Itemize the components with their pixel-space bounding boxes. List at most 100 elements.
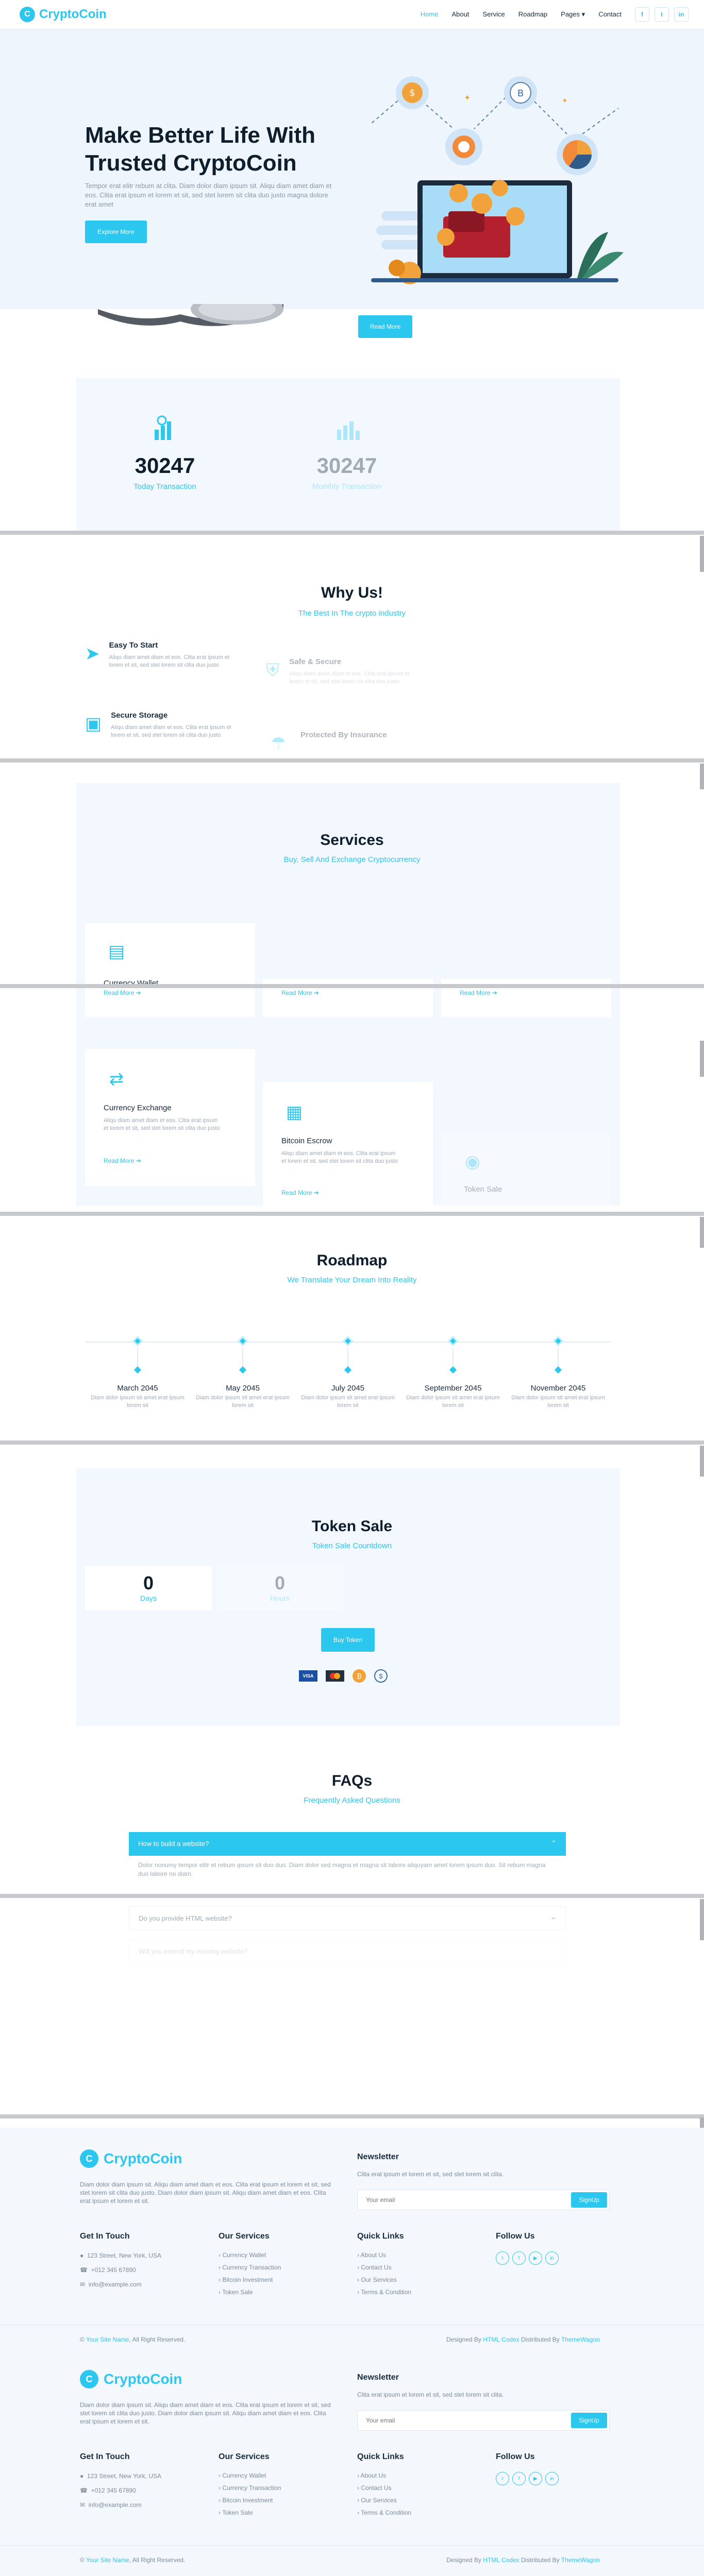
nav-item-about[interactable]: About (451, 10, 469, 19)
token-icon: ◉ (465, 1152, 480, 1172)
faq-question-collapsed[interactable]: Will you extend my existing website? (129, 1939, 566, 1963)
newsletter-text: Clita erat ipsum et lorem et sit, sed st… (357, 2171, 504, 2178)
scrollbar-thumb[interactable] (700, 1446, 704, 1477)
map-marker-icon: ● (80, 2472, 84, 2480)
distributor-link[interactable]: ThemeWagon (561, 2336, 600, 2343)
service-card[interactable]: ◉ Token Sale (441, 1133, 611, 1206)
twitter-icon[interactable]: t (496, 2472, 509, 2485)
designer-link[interactable]: HTML Codex (483, 2336, 519, 2343)
footer-link[interactable]: About Us (357, 2251, 411, 2259)
twitter-icon[interactable]: t (655, 7, 669, 22)
linkedin-icon[interactable]: in (545, 2472, 559, 2485)
facebook-icon[interactable]: f (512, 2251, 526, 2265)
diamond-marker (343, 1336, 353, 1346)
nav-item-contact[interactable]: Contact (598, 10, 622, 19)
footer-link[interactable]: Bitcoin Investment (219, 2276, 281, 2283)
read-more-link[interactable]: Read More ➔ (104, 1157, 141, 1164)
site-name-link[interactable]: Your Site Name (86, 2336, 129, 2343)
footer-link[interactable]: Currency Wallet (219, 2251, 281, 2259)
faq-question-active[interactable]: How to build a website? ⌃ (129, 1832, 566, 1856)
countdown-value: 0 (274, 1572, 286, 1594)
footer-link[interactable]: Currency Transaction (219, 2484, 281, 2492)
distributor-link[interactable]: ThemeWagon (561, 2556, 600, 2564)
chevron-down-icon: ▾ (581, 10, 585, 18)
distributed-by-text: Distributed By (521, 2336, 560, 2343)
scroll-divider (0, 531, 704, 535)
youtube-icon[interactable]: ▶ (529, 2472, 542, 2485)
footer-link[interactable]: Contact Us (357, 2484, 411, 2492)
about-coins-image (98, 304, 283, 326)
designer-link[interactable]: HTML Codex (483, 2556, 519, 2564)
facebook-icon[interactable]: f (512, 2472, 526, 2485)
footer-services-list: Currency Wallet Currency Transaction Bit… (219, 2251, 281, 2301)
coin-icon: C (80, 2370, 98, 2388)
quick-links-list: About Us Contact Us Our Services Terms &… (357, 2472, 412, 2521)
linkedin-icon[interactable]: in (545, 2251, 559, 2265)
footer-link[interactable]: Token Sale (219, 2289, 281, 2296)
twitter-icon[interactable]: t (496, 2251, 509, 2265)
arrow-right-icon: ➔ (136, 989, 141, 996)
scrollbar-thumb[interactable] (700, 536, 704, 572)
service-card[interactable]: ⇄ Currency Exchange Aliqu diam amet diam… (85, 1049, 255, 1186)
facebook-icon[interactable]: f (635, 7, 649, 22)
scrollbar-thumb[interactable] (700, 1899, 704, 1940)
scrollbar-thumb[interactable] (700, 1217, 704, 1248)
phone-text: +012 345 67890 (91, 2266, 136, 2274)
distributed-by-text: Distributed By (521, 2556, 560, 2564)
arrow-right-icon: ➔ (313, 1189, 319, 1196)
scrollbar-thumb[interactable] (700, 764, 704, 789)
feature-text: Aliqu diam amet diam et eos. Clita erat … (111, 724, 231, 738)
phone: ☎ +012 345 67890 (80, 2266, 161, 2274)
signup-button[interactable]: SignUp (571, 2413, 607, 2428)
address-text: 123 Street, New York, USA (87, 2472, 161, 2480)
service-card[interactable]: ▦ Bitcoin Escrow Aliqu diam amet diam et… (263, 1082, 433, 1206)
footer-logo[interactable]: C CryptoCoin (80, 2370, 182, 2388)
feature-title: Protected By Insurance (300, 731, 387, 739)
footer-link[interactable]: Contact Us (357, 2264, 411, 2271)
diamond-marker (448, 1336, 458, 1346)
brand-logo[interactable]: C CryptoCoin (20, 7, 107, 22)
read-more-link[interactable]: Read More ➔ (460, 989, 497, 996)
nav-item-pages[interactable]: Pages ▾ (561, 10, 585, 19)
buy-token-button[interactable]: Buy Token (321, 1628, 375, 1652)
footer-divider (0, 2545, 704, 2546)
site-name-link[interactable]: Your Site Name (86, 2556, 129, 2564)
footer-link[interactable]: Terms & Condition (357, 2289, 411, 2296)
roadmap-connector (452, 1348, 454, 1368)
read-more-label: Read More (281, 1189, 312, 1196)
footer-logo[interactable]: C CryptoCoin (80, 2149, 182, 2168)
faq-question-collapsed[interactable]: Do you provide HTML website? ⌄ (129, 1906, 566, 1930)
footer-link[interactable]: Bitcoin Investment (219, 2497, 281, 2504)
chevron-up-icon: ⌃ (551, 1839, 557, 1847)
copyright: © Your Site Name, All Right Reserved. (80, 2336, 185, 2343)
roadmap-text: Diam dolor ipsum sit amet erat ipsum lor… (301, 1395, 395, 1409)
footer-link[interactable]: About Us (357, 2472, 411, 2479)
footer-link[interactable]: Our Services (357, 2497, 411, 2504)
footer-link[interactable]: Currency Transaction (219, 2264, 281, 2271)
scroll-divider (0, 1440, 704, 1445)
read-more-link[interactable]: Read More ➔ (281, 1189, 319, 1196)
faq-title: FAQs (331, 1772, 373, 1789)
why-title: Why Us! (321, 584, 383, 601)
footer-link[interactable]: Our Services (357, 2276, 411, 2283)
footer-link[interactable]: Currency Wallet (219, 2472, 281, 2479)
service-card[interactable]: ▤ Currency Wallet Read More ➔ (85, 923, 255, 1017)
about-read-more-button[interactable]: Read More (358, 315, 412, 338)
diamond-marker (554, 1366, 562, 1374)
read-more-link[interactable]: Read More ➔ (281, 989, 319, 996)
nav-item-home[interactable]: Home (421, 10, 439, 19)
read-more-link[interactable]: Read More ➔ (104, 989, 141, 996)
scrollbar-thumb[interactable] (700, 1041, 704, 1077)
linkedin-icon[interactable]: in (674, 7, 689, 22)
footer-link[interactable]: Terms & Condition (357, 2509, 411, 2516)
explore-more-button[interactable]: Explore More (85, 221, 147, 243)
wallet-icon: ▤ (108, 942, 125, 961)
nav-item-service[interactable]: Service (482, 10, 505, 19)
signup-button[interactable]: SignUp (571, 2192, 607, 2208)
footer-link[interactable]: Token Sale (219, 2509, 281, 2516)
nav-item-roadmap[interactable]: Roadmap (518, 10, 547, 19)
faq-subtitle: Frequently Asked Questions (304, 1796, 400, 1805)
coin-icon: C (20, 7, 35, 22)
youtube-icon[interactable]: ▶ (529, 2251, 542, 2265)
stat-value: 30247 (135, 453, 195, 478)
